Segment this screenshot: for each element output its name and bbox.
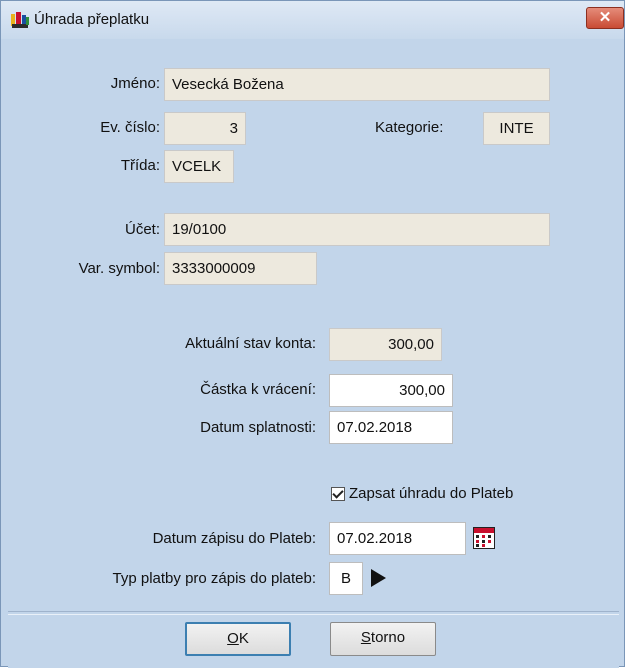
ev-cislo-field[interactable]: 3 — [164, 112, 246, 145]
calendar-icon[interactable] — [473, 527, 495, 549]
footer-divider — [8, 611, 619, 615]
window-title: Úhrada přeplatku — [34, 11, 150, 28]
title-bar: Úhrada přeplatku ✕ — [1, 1, 624, 39]
dialog-body: Jméno: Vesecká Božena Ev. číslo: 3 Kateg… — [8, 39, 619, 668]
aktualni-stav-label: Aktuální stav konta: — [185, 335, 316, 352]
trida-field[interactable]: VCELK — [164, 150, 234, 183]
close-icon: ✕ — [598, 9, 612, 26]
storno-button[interactable]: Storno — [330, 622, 436, 656]
var-symbol-field[interactable]: 3333000009 — [164, 252, 317, 285]
trida-label: Třída: — [120, 157, 160, 174]
jmeno-label: Jméno: — [110, 75, 160, 92]
storno-label-rest: torno — [370, 629, 406, 646]
kategorie-label: Kategorie: — [375, 119, 444, 136]
typ-platby-input[interactable]: B — [329, 562, 363, 595]
ok-label-rest: K — [238, 630, 249, 647]
var-symbol-label: Var. symbol: — [78, 260, 160, 277]
typ-platby-label: Typ platby pro zápis do plateb: — [112, 570, 316, 587]
ucet-label: Účet: — [124, 221, 160, 238]
play-arrow-icon[interactable] — [367, 566, 389, 590]
ucet-field[interactable]: 19/0100 — [164, 213, 550, 246]
ok-accelerator: O — [227, 630, 239, 647]
datum-splatnosti-input[interactable]: 07.02.2018 — [329, 411, 453, 444]
datum-zapisu-input[interactable]: 07.02.2018 — [329, 522, 466, 555]
storno-accelerator: S — [360, 629, 371, 646]
castka-input[interactable]: 300,00 — [329, 374, 453, 407]
app-icon — [10, 11, 30, 29]
close-button[interactable]: ✕ — [586, 7, 624, 29]
kategorie-field[interactable]: INTE — [483, 112, 550, 145]
zapsat-label[interactable]: Zapsat úhradu do Plateb — [349, 485, 513, 502]
aktualni-stav-field: 300,00 — [329, 328, 442, 361]
datum-zapisu-label: Datum zápisu do Plateb: — [152, 530, 316, 547]
ev-cislo-label: Ev. číslo: — [100, 119, 160, 136]
zapsat-checkbox[interactable] — [331, 487, 345, 501]
datum-splatnosti-label: Datum splatnosti: — [200, 419, 316, 436]
ok-button[interactable]: OK — [185, 622, 291, 656]
castka-label: Částka k vrácení: — [200, 381, 316, 398]
dialog-window: Úhrada přeplatku ✕ Jméno: Vesecká Božena… — [0, 0, 625, 668]
jmeno-field[interactable]: Vesecká Božena — [164, 68, 550, 101]
